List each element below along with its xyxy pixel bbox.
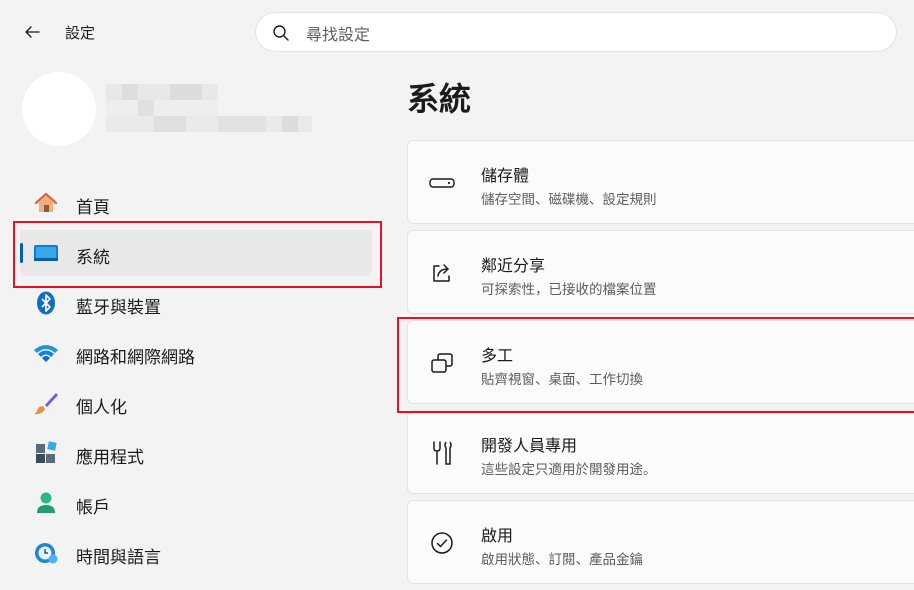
sidebar-nav: 首頁 系統 藍牙與裝置 網路和網際網路 個人化 應用程式 帳戶 時間與語言 <box>20 180 372 580</box>
back-arrow-icon <box>25 26 40 38</box>
sidebar-item-label: 首頁 <box>76 198 110 218</box>
bluetooth-icon <box>33 291 59 315</box>
card-title: 鄰近分享 <box>481 256 546 275</box>
activation-check-icon <box>428 529 456 557</box>
share-icon <box>428 259 456 287</box>
sidebar-item-bluetooth[interactable]: 藍牙與裝置 <box>20 280 372 326</box>
page-title: 系統 <box>407 80 472 118</box>
title-bar: 設定 <box>0 0 914 64</box>
sidebar-item-label: 個人化 <box>76 398 127 418</box>
brush-icon <box>33 391 59 415</box>
settings-list: 儲存體 儲存空間、磁碟機、設定規則 鄰近分享 可探索性，已接收的檔案位置 多工 … <box>407 140 914 590</box>
settings-card-developers[interactable]: 開發人員專用 這些設定只適用於開發用途。 <box>407 410 914 494</box>
card-title: 開發人員專用 <box>481 436 578 455</box>
card-description: 可探索性，已接收的檔案位置 <box>481 282 657 298</box>
card-title: 啟用 <box>481 526 514 545</box>
card-description: 這些設定只適用於開發用途。 <box>481 462 657 478</box>
settings-card-storage[interactable]: 儲存體 儲存空間、磁碟機、設定規則 <box>407 140 914 224</box>
settings-card-multitasking[interactable]: 多工 貼齊視窗、桌面、工作切換 <box>407 320 914 404</box>
system-display-icon <box>33 241 59 265</box>
sidebar-item-home[interactable]: 首頁 <box>20 180 372 226</box>
sidebar-item-personalization[interactable]: 個人化 <box>20 380 372 426</box>
card-description: 儲存空間、磁碟機、設定規則 <box>481 192 657 208</box>
sidebar-item-label: 帳戶 <box>76 498 110 518</box>
avatar <box>22 72 96 146</box>
search-input[interactable] <box>304 22 868 46</box>
sidebar-item-accounts[interactable]: 帳戶 <box>20 480 372 526</box>
sidebar-item-label: 時間與語言 <box>76 548 161 568</box>
sidebar-item-apps[interactable]: 應用程式 <box>20 430 372 476</box>
wifi-icon <box>33 341 59 365</box>
app-title: 設定 <box>65 24 96 42</box>
sidebar-item-time-language[interactable]: 時間與語言 <box>20 530 372 576</box>
settings-card-activation[interactable]: 啟用 啟用狀態、訂閱、產品金鑰 <box>407 500 914 584</box>
storage-icon <box>428 169 456 197</box>
developer-tools-icon <box>428 439 456 467</box>
back-button[interactable] <box>18 18 46 46</box>
sidebar-item-label: 系統 <box>76 248 110 268</box>
card-title: 儲存體 <box>481 166 530 185</box>
multitasking-icon <box>428 349 456 377</box>
time-language-icon <box>33 541 59 565</box>
sidebar-item-system[interactable]: 系統 <box>20 230 372 276</box>
settings-card-nearby-sharing[interactable]: 鄰近分享 可探索性，已接收的檔案位置 <box>407 230 914 314</box>
search-icon <box>273 25 289 41</box>
active-indicator <box>20 243 23 263</box>
sidebar-item-network[interactable]: 網路和網際網路 <box>20 330 372 376</box>
apps-icon <box>33 441 59 465</box>
card-title: 多工 <box>481 346 514 365</box>
card-description: 啟用狀態、訂閱、產品金鑰 <box>481 552 643 568</box>
sidebar-item-label: 應用程式 <box>76 448 144 468</box>
card-description: 貼齊視窗、桌面、工作切換 <box>481 372 643 388</box>
search-box[interactable] <box>255 12 897 52</box>
sidebar-item-label: 網路和網際網路 <box>76 348 195 368</box>
sidebar-item-label: 藍牙與裝置 <box>76 298 161 318</box>
account-icon <box>33 491 59 515</box>
home-icon <box>33 191 59 215</box>
